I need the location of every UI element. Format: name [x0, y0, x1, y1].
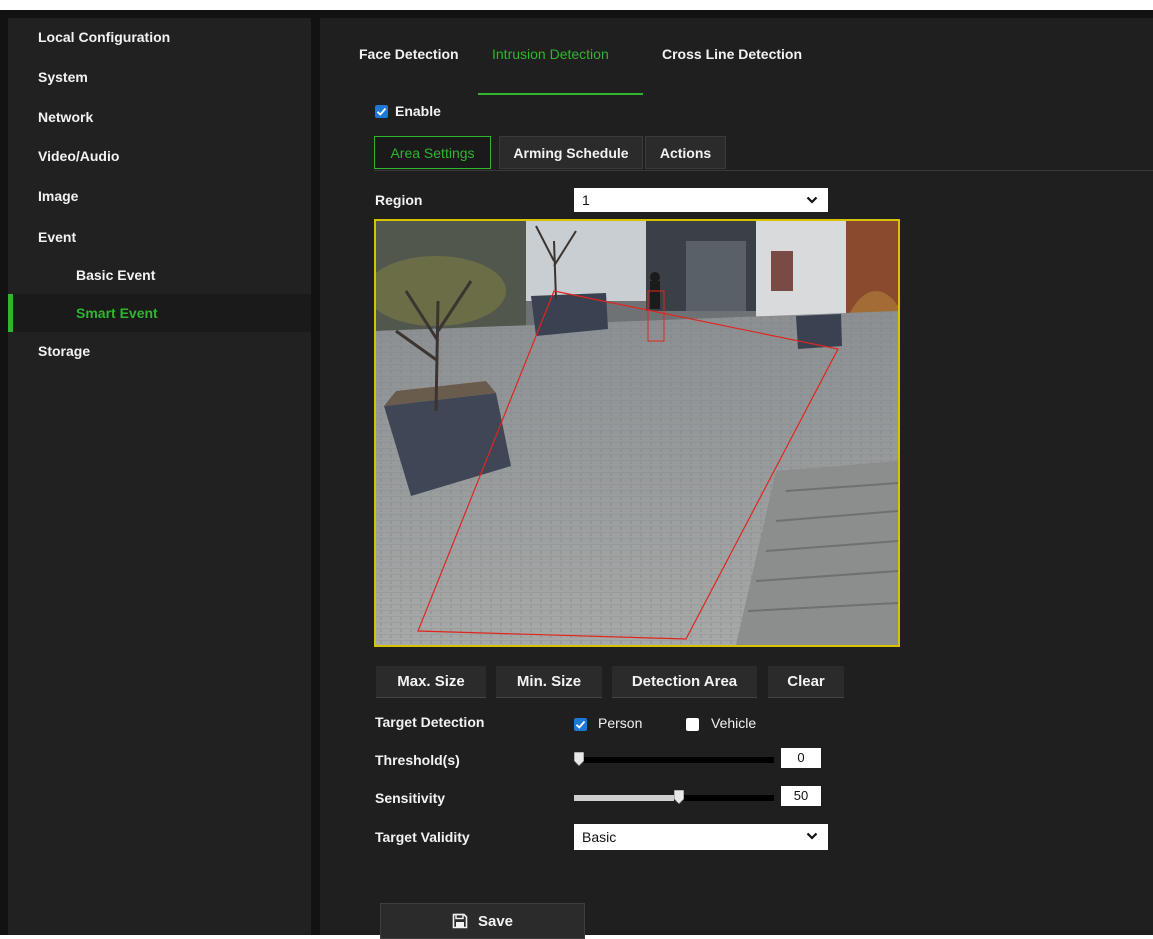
sidebar-nav: Local Configuration System Network Video…	[8, 18, 311, 935]
sensitivity-slider[interactable]	[574, 790, 774, 804]
target-validity-label: Target Validity	[375, 829, 470, 845]
region-select-value: 1	[582, 192, 590, 208]
detection-area-button[interactable]: Detection Area	[612, 666, 757, 698]
floppy-disk-icon	[452, 913, 468, 929]
sidebar-item-image[interactable]: Image	[8, 177, 311, 215]
sensitivity-slider-fill	[574, 795, 674, 801]
max-size-button[interactable]: Max. Size	[376, 666, 486, 698]
subtab-arming-schedule[interactable]: Arming Schedule	[499, 136, 643, 169]
chevron-down-icon	[806, 196, 818, 204]
clear-button[interactable]: Clear	[768, 666, 844, 698]
target-detection-label: Target Detection	[375, 714, 485, 730]
target-validity-value: Basic	[582, 829, 617, 845]
sensitivity-value-input[interactable]: 50	[781, 786, 821, 806]
person-checkbox[interactable]	[574, 718, 587, 731]
vehicle-label: Vehicle	[711, 715, 757, 731]
tab-intrusion-detection[interactable]: Intrusion Detection	[492, 46, 609, 62]
region-select[interactable]: 1	[574, 188, 828, 212]
subtab-area-settings[interactable]: Area Settings	[374, 136, 491, 169]
sidebar-item-event[interactable]: Event	[8, 218, 311, 256]
save-label: Save	[477, 912, 514, 930]
sidebar-item-local-configuration[interactable]: Local Configuration	[8, 18, 311, 56]
sidebar-item-smart-event[interactable]: Smart Event	[8, 294, 311, 332]
target-validity-select[interactable]: Basic	[574, 824, 828, 850]
sidebar-item-network[interactable]: Network	[8, 98, 311, 136]
sensitivity-slider-thumb[interactable]	[674, 790, 684, 804]
sidebar-item-basic-event[interactable]: Basic Event	[8, 256, 311, 294]
tab-cross-line-detection[interactable]: Cross Line Detection	[662, 46, 802, 62]
threshold-slider[interactable]	[574, 752, 774, 766]
camera-feed-image	[376, 221, 898, 645]
sidebar-item-system[interactable]: System	[8, 58, 311, 96]
person-label: Person	[598, 715, 643, 731]
sensitivity-label: Sensitivity	[375, 790, 446, 806]
vehicle-checkbox[interactable]	[686, 718, 699, 731]
enable-label: Enable	[395, 103, 441, 119]
sidebar-item-storage[interactable]: Storage	[8, 332, 311, 370]
camera-preview[interactable]	[374, 219, 900, 647]
threshold-slider-thumb[interactable]	[574, 752, 584, 766]
enable-checkbox[interactable]	[375, 105, 388, 118]
subtab-actions[interactable]: Actions	[645, 136, 726, 169]
save-button[interactable]: Save	[380, 903, 585, 939]
chevron-down-icon	[806, 832, 818, 840]
region-label: Region	[375, 192, 423, 208]
active-tab-indicator	[478, 93, 643, 95]
tab-face-detection[interactable]: Face Detection	[359, 46, 459, 62]
threshold-value-input[interactable]: 0	[781, 748, 821, 768]
sidebar-item-video-audio[interactable]: Video/Audio	[8, 137, 311, 175]
min-size-button[interactable]: Min. Size	[496, 666, 602, 698]
threshold-label: Threshold(s)	[375, 752, 460, 768]
